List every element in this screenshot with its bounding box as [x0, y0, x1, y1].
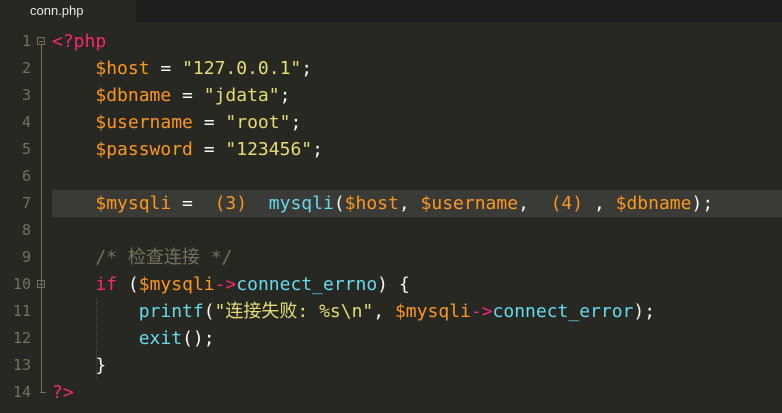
code-token: ;: [312, 139, 323, 160]
line-number: 14: [12, 383, 31, 401]
code-token: );: [691, 193, 714, 214]
code-token: (: [333, 193, 345, 214]
code-token: ?>: [52, 382, 74, 403]
code-token: ,: [373, 301, 395, 322]
code-token: "127.0.0.1": [182, 58, 302, 79]
code-token: (3): [214, 193, 248, 214]
code-token: "root": [225, 112, 291, 133]
line-number: 10: [12, 275, 31, 293]
code-token: $password: [95, 139, 193, 160]
line-number: 6: [21, 167, 31, 185]
line-number: 1: [21, 32, 31, 50]
tab-conn-php[interactable]: conn.php: [0, 0, 136, 22]
code-token: =: [171, 193, 215, 214]
line-number: 8: [21, 221, 31, 239]
code-line[interactable]: $mysqli = (3) mysqli($host, $username, (…: [52, 190, 713, 217]
code-token: (: [117, 274, 139, 295]
code-token: $dbname: [615, 193, 692, 214]
code-token: ;: [290, 112, 302, 133]
fold-end-icon: [40, 392, 46, 393]
code-line[interactable]: }: [52, 352, 106, 379]
code-token: printf: [138, 301, 204, 322]
code-token: "jdata": [203, 85, 280, 106]
code-token: ->: [470, 301, 493, 322]
code-token: "123456": [225, 139, 313, 160]
code-token: =: [171, 85, 204, 106]
code-token: $dbname: [95, 85, 172, 106]
code-token: =: [149, 58, 183, 79]
code-token: $mysqli: [138, 274, 215, 295]
code-token: =: [192, 139, 226, 160]
code-token: $mysqli: [394, 301, 471, 322]
code-token: ->: [214, 274, 237, 295]
code-token: ,: [518, 193, 551, 214]
code-token: $host: [344, 193, 399, 214]
code-token: $mysqli: [95, 193, 172, 214]
code-line[interactable]: $host = "127.0.0.1";: [52, 55, 312, 82]
code-token: ;: [279, 85, 291, 106]
code-line[interactable]: printf("连接失败: %s\n", $mysqli->connect_er…: [52, 298, 655, 325]
line-number: 9: [21, 248, 31, 266]
code-token: }: [52, 355, 107, 376]
line-number-gutter: 1 2 3 4 5 6 7 8 9 10 11 12 13 14: [0, 28, 50, 413]
code-token: ;: [301, 58, 313, 79]
code-line[interactable]: $dbname = "jdata";: [52, 82, 290, 109]
code-token: (: [203, 301, 215, 322]
code-token: ) {: [377, 274, 410, 295]
fold-toggle-icon[interactable]: [37, 37, 45, 45]
code-line[interactable]: ?>: [52, 379, 74, 406]
code-line[interactable]: $username = "root";: [52, 109, 301, 136]
code-token: connect_errno: [236, 274, 378, 295]
code-line[interactable]: if ($mysqli->connect_errno) {: [52, 271, 410, 298]
tab-bar: conn.php: [0, 0, 782, 22]
code-token: if: [95, 274, 118, 295]
code-token: =: [192, 112, 226, 133]
line-number: 12: [12, 329, 31, 347]
line-number: 3: [21, 86, 31, 104]
code-token: /* 检查连接 */: [95, 247, 233, 268]
code-token: );: [633, 301, 656, 322]
code-line[interactable]: $password = "123456";: [52, 136, 323, 163]
code-token: ,: [583, 193, 616, 214]
line-number: 7: [21, 194, 31, 212]
code-token: mysqli: [268, 193, 334, 214]
tab-label: conn.php: [30, 3, 84, 18]
line-number: 2: [21, 59, 31, 77]
code-editor[interactable]: 1 2 3 4 5 6 7 8 9 10 11 12 13 14 <?php $host = "127.0…: [0, 28, 782, 413]
code-line[interactable]: <?php: [52, 28, 106, 55]
code-token: ,: [398, 193, 421, 214]
code-token: ();: [182, 328, 215, 349]
code-token: $username: [420, 193, 519, 214]
code-token: $host: [95, 58, 150, 79]
line-number: 11: [12, 302, 31, 320]
line-number: 13: [12, 356, 31, 374]
code-token: exit: [138, 328, 183, 349]
code-token: (4): [550, 193, 584, 214]
code-line[interactable]: exit();: [52, 325, 215, 352]
code-line[interactable]: /* 检查连接 */: [52, 244, 232, 271]
code-token: <?php: [52, 31, 107, 52]
code-token: "连接失败: %s\n": [214, 301, 374, 322]
line-number: 4: [21, 113, 31, 131]
line-number: 5: [21, 140, 31, 158]
fold-guide-line: [41, 45, 42, 392]
code-token: $username: [95, 112, 193, 133]
code-token: connect_error: [492, 301, 634, 322]
code-area[interactable]: <?php $host = "127.0.0.1"; $dbname = "jd…: [52, 28, 782, 413]
